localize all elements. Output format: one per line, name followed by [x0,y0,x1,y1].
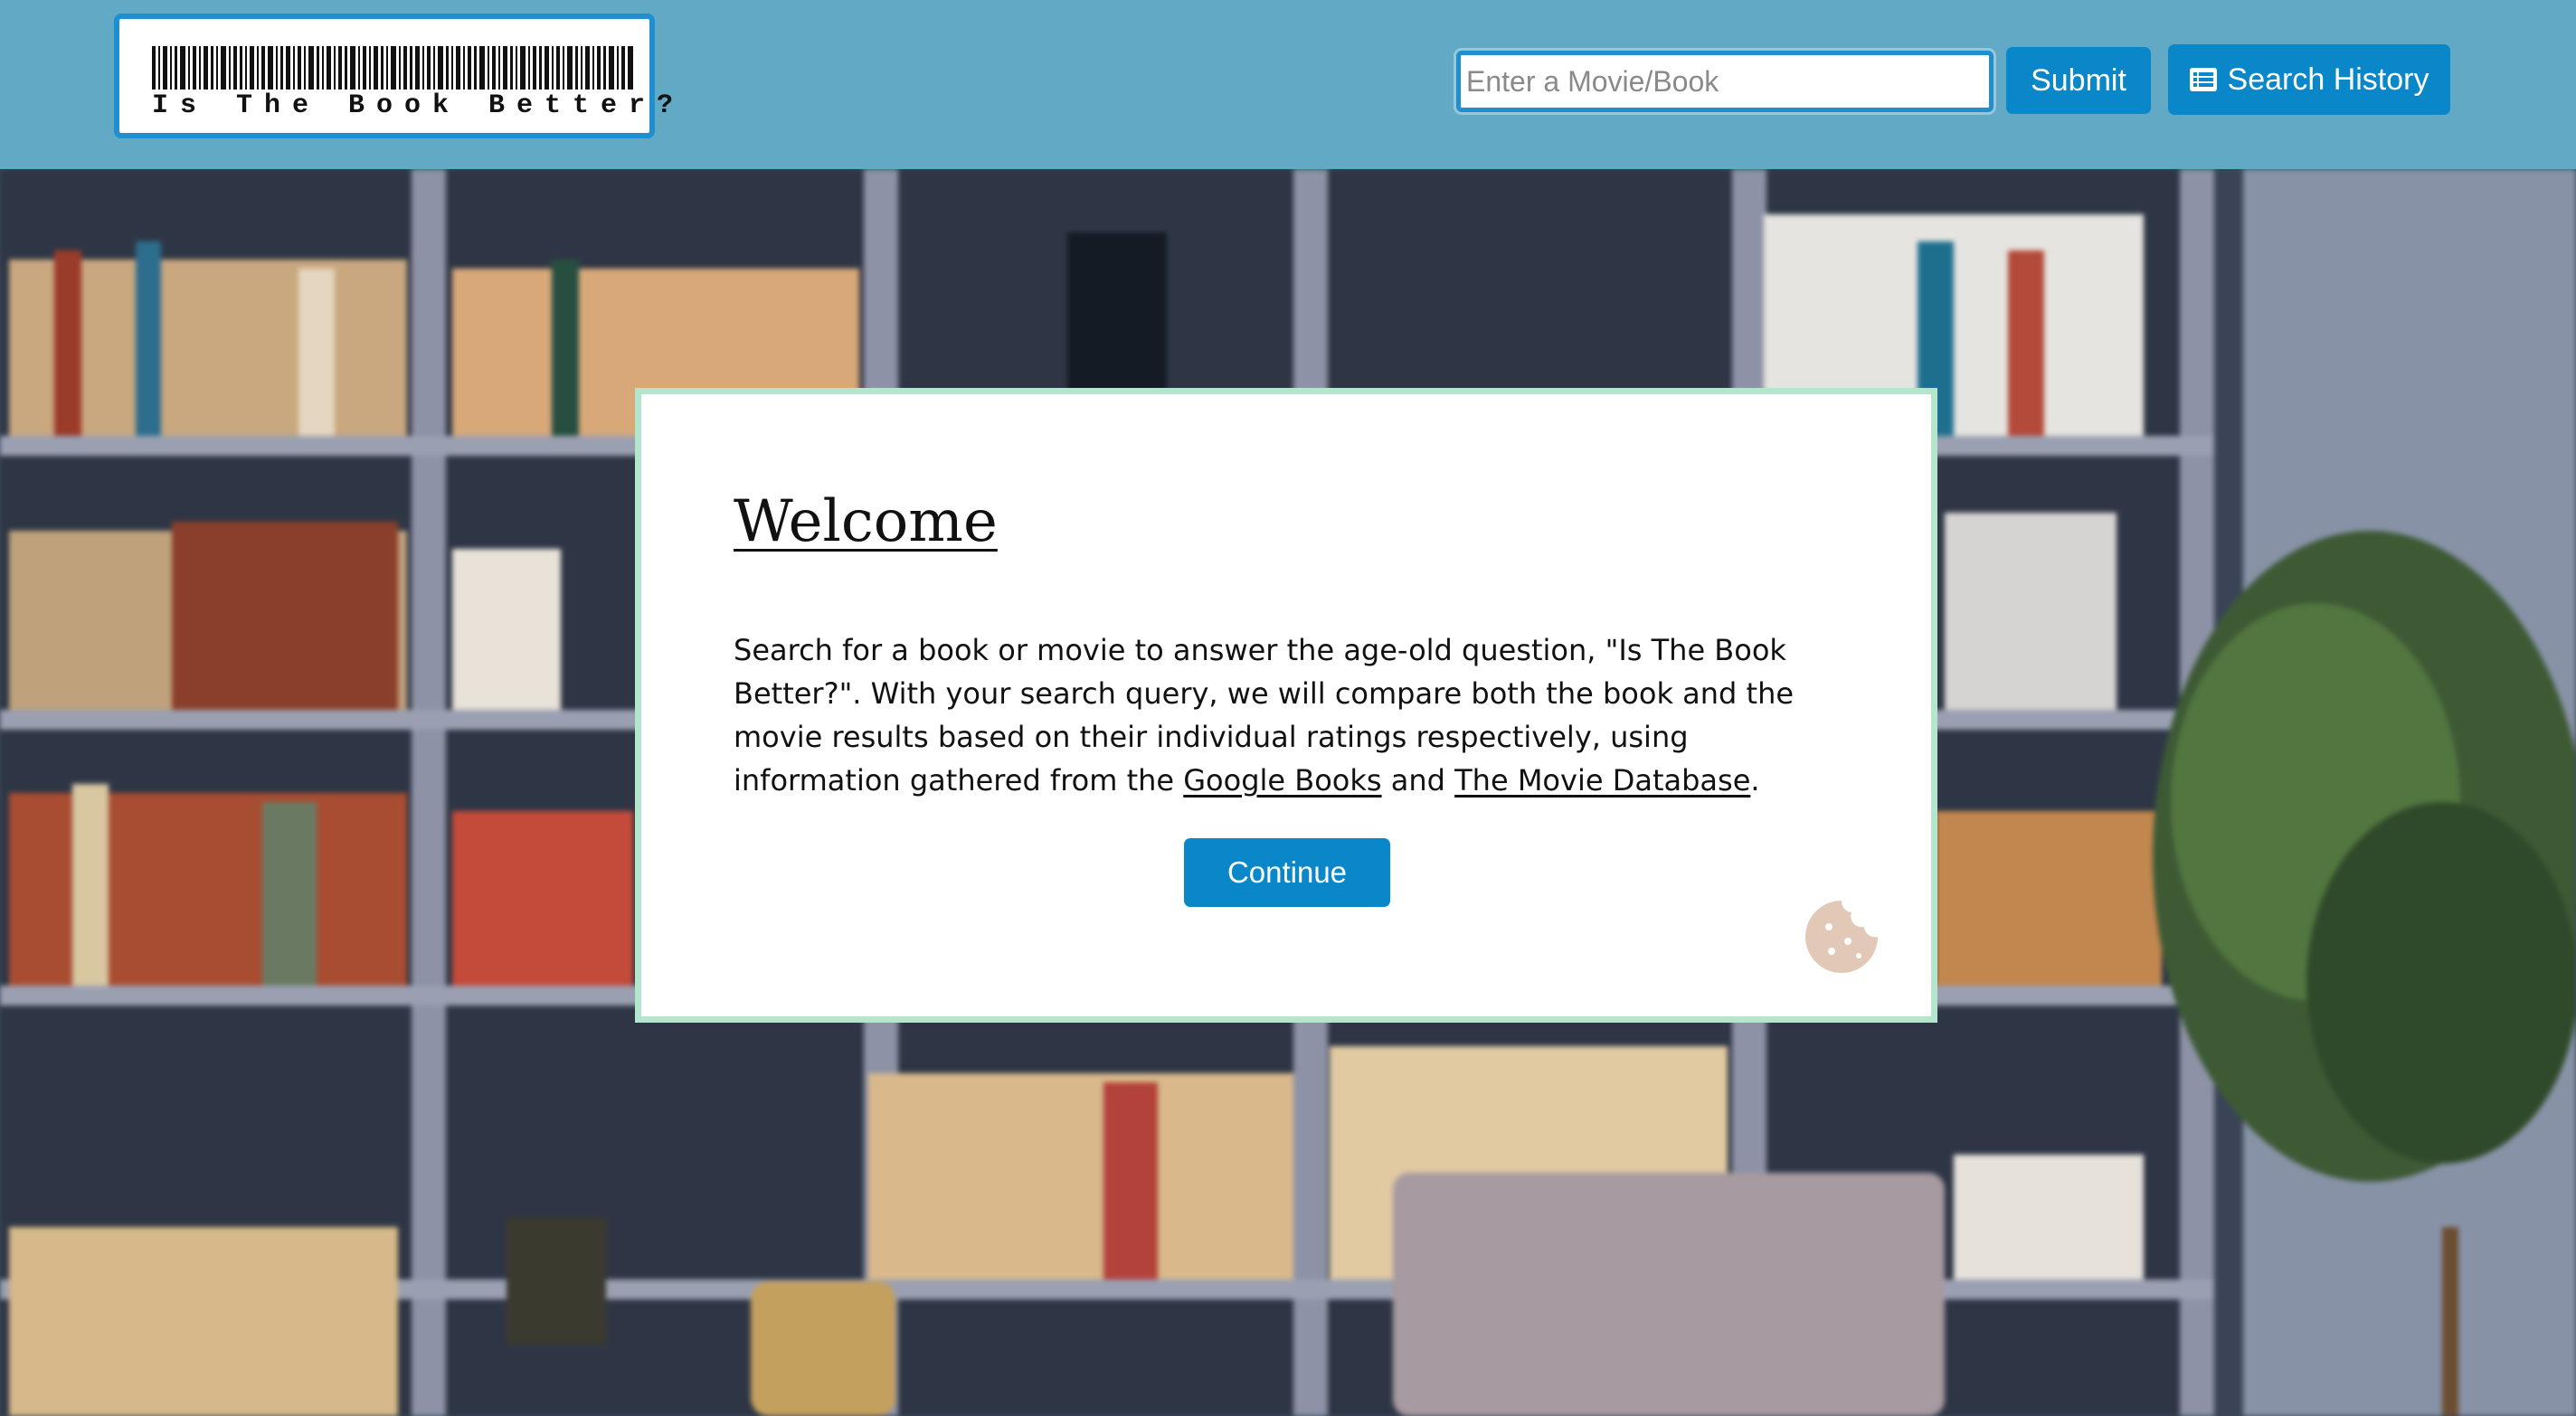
logo-text: Is The Book Better? [152,90,686,121]
search-input[interactable] [1456,51,1994,112]
search-history-label: Search History [2227,61,2429,97]
search-history-button[interactable]: Search History [2168,44,2450,115]
list-icon [2189,68,2217,91]
cookie-icon[interactable] [1804,900,1879,974]
welcome-modal: Welcome Search for a book or movie to an… [635,388,1937,1023]
body-text-middle: and [1381,763,1455,798]
top-navbar: Is The Book Better? Submit Search Histor… [0,0,2576,169]
barcode-icon [152,46,633,90]
google-books-link[interactable]: Google Books [1183,763,1381,798]
continue-button[interactable]: Continue [1184,838,1390,907]
submit-button[interactable]: Submit [2006,47,2151,114]
modal-body-text: Search for a book or movie to answer the… [734,628,1837,802]
modal-title: Welcome [734,488,998,555]
body-text-end: . [1750,763,1760,798]
submit-button-label: Submit [2031,62,2126,98]
site-logo[interactable]: Is The Book Better? [114,14,686,138]
continue-button-label: Continue [1226,855,1348,889]
movie-database-link[interactable]: The Movie Database [1454,763,1750,798]
